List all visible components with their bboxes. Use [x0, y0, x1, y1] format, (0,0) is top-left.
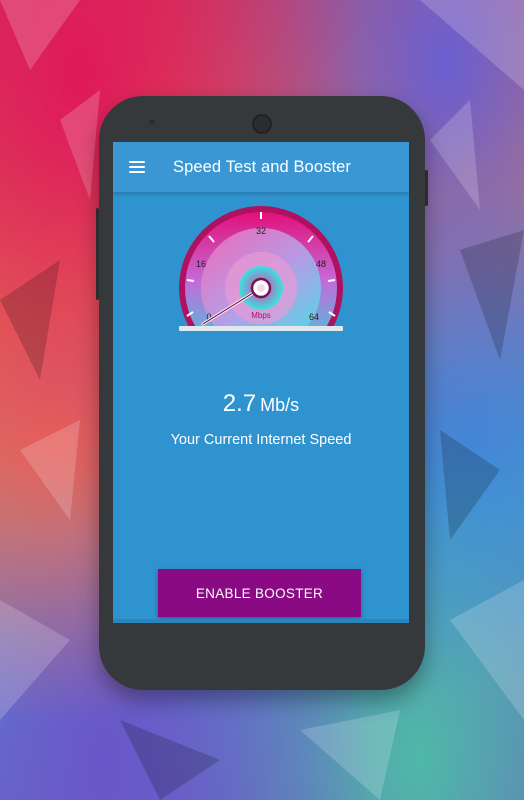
speed-caption: Your Current Internet Speed	[170, 432, 352, 448]
app-title: Speed Test and Booster	[173, 157, 352, 176]
gauge-tick-label: 32	[256, 226, 266, 236]
gauge-unit-label: Mbps	[251, 311, 271, 320]
phone-power-button	[425, 170, 428, 206]
enable-booster-button[interactable]: ENABLE BOOSTER	[158, 569, 361, 617]
hamburger-menu-icon[interactable]	[129, 161, 145, 173]
proximity-sensor	[149, 119, 155, 125]
gauge-tick-label: 48	[316, 259, 326, 269]
gauge-tick-label: 64	[309, 312, 319, 322]
gauge-tick-label: 16	[196, 259, 206, 269]
screen-bottom-edge	[113, 619, 409, 623]
speedometer-gauge: 0 16 32 48 64 Mbps	[173, 202, 349, 342]
app-screen: Speed Test and Booster 0 16 32 48 64 Mbp…	[113, 142, 409, 623]
app-bar: Speed Test and Booster	[113, 142, 409, 192]
front-camera	[252, 114, 272, 134]
speed-unit: Mb/s	[260, 395, 300, 415]
phone-volume-button	[96, 208, 99, 300]
speed-value: 2.7	[222, 390, 257, 417]
phone-frame: Speed Test and Booster 0 16 32 48 64 Mbp…	[96, 96, 428, 690]
speed-readout: 2.7 Mb/s	[113, 390, 409, 418]
